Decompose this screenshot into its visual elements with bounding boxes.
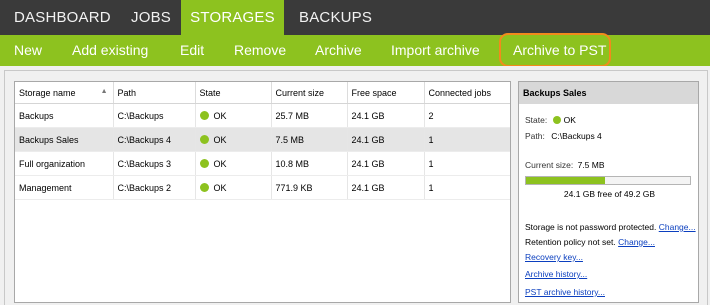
free-space-cell: 24.1 GB <box>347 175 425 200</box>
column-header-label: Storage name <box>19 87 76 98</box>
table-row[interactable]: Management C:\Backups 2 OK 771.9 KB 24.1… <box>15 175 510 200</box>
state-label: State: <box>525 115 548 125</box>
retention-status-text: Retention policy not set. <box>525 237 616 247</box>
storage-details-panel: Backups Sales State: OK Path: C:\Backups… <box>518 81 699 303</box>
state-cell: OK <box>195 151 272 176</box>
tab-storages[interactable]: STORAGES <box>181 0 284 35</box>
connected-jobs-cell: 1 <box>424 127 510 152</box>
table-row-selected[interactable]: Backups Sales C:\Backups 4 OK 7.5 MB 24.… <box>15 127 510 152</box>
column-header-storage-name[interactable]: Storage name ▲ <box>15 82 114 104</box>
state-text: OK <box>213 134 227 145</box>
state-cell: OK <box>195 127 272 152</box>
archive-history-link[interactable]: Archive history... <box>525 269 587 279</box>
path-row: Path: C:\Backups 4 <box>525 131 602 141</box>
column-header-state[interactable]: State <box>195 82 272 104</box>
details-title: Backups Sales <box>519 82 698 104</box>
state-value: OK <box>563 115 576 125</box>
import-archive-button[interactable]: Import archive <box>391 35 480 66</box>
new-button[interactable]: New <box>14 35 42 66</box>
storage-usage-fill <box>526 177 605 184</box>
table-row[interactable]: Backups C:\Backups OK 25.7 MB 24.1 GB 2 <box>15 103 510 128</box>
state-text: OK <box>213 110 227 121</box>
state-cell: OK <box>195 175 272 200</box>
retention-row: Retention policy not set. Change... <box>525 237 655 247</box>
storage-name-cell: Management <box>15 175 114 200</box>
state-cell: OK <box>195 103 272 128</box>
remove-button[interactable]: Remove <box>234 35 286 66</box>
status-ok-icon <box>199 110 209 120</box>
current-size-cell: 10.8 MB <box>271 151 348 176</box>
current-size-row: Current size: 7.5 MB <box>525 160 605 170</box>
column-header-current-size[interactable]: Current size <box>271 82 348 104</box>
free-space-cell: 24.1 GB <box>347 103 425 128</box>
status-ok-icon <box>199 134 209 144</box>
storage-name-cell: Backups Sales <box>15 127 114 152</box>
connected-jobs-cell: 1 <box>424 175 510 200</box>
storage-name-cell: Backups <box>15 103 114 128</box>
current-size-label: Current size: <box>525 160 574 170</box>
state-text: OK <box>213 182 227 193</box>
status-ok-icon <box>199 182 209 192</box>
path-value: C:\Backups 4 <box>551 131 602 141</box>
tab-jobs[interactable]: JOBS <box>131 0 171 35</box>
path-cell: C:\Backups 4 <box>113 127 196 152</box>
connected-jobs-cell: 1 <box>424 151 510 176</box>
sort-ascending-icon: ▲ <box>100 88 108 95</box>
table-row[interactable]: Full organization C:\Backups 3 OK 10.8 M… <box>15 151 510 176</box>
storage-table[interactable]: Storage name ▲ Path State Current size F… <box>14 81 511 303</box>
column-header-connected-jobs[interactable]: Connected jobs <box>424 82 510 104</box>
free-space-cell: 24.1 GB <box>347 151 425 176</box>
change-password-link[interactable]: Change... <box>659 222 696 232</box>
edit-button[interactable]: Edit <box>180 35 204 66</box>
path-label: Path: <box>525 131 545 141</box>
state-row: State: OK <box>525 115 576 125</box>
free-space-cell: 24.1 GB <box>347 127 425 152</box>
recovery-key-link[interactable]: Recovery key... <box>525 252 583 262</box>
path-cell: C:\Backups 2 <box>113 175 196 200</box>
path-cell: C:\Backups <box>113 103 196 128</box>
password-status-text: Storage is not password protected. <box>525 222 657 232</box>
storage-name-cell: Full organization <box>15 151 114 176</box>
status-ok-icon <box>199 158 209 168</box>
archive-button[interactable]: Archive <box>315 35 362 66</box>
column-header-free-space[interactable]: Free space <box>347 82 425 104</box>
current-size-cell: 7.5 MB <box>271 127 348 152</box>
current-size-cell: 25.7 MB <box>271 103 348 128</box>
table-header-row: Storage name ▲ Path State Current size F… <box>15 82 510 104</box>
state-text: OK <box>213 158 227 169</box>
storage-toolbar: New Add existing Edit Remove Archive Imp… <box>0 35 710 66</box>
column-header-path[interactable]: Path <box>113 82 196 104</box>
main-navigation: DASHBOARD JOBS STORAGES BACKUPS <box>0 0 710 35</box>
change-retention-link[interactable]: Change... <box>618 237 655 247</box>
current-size-value: 7.5 MB <box>577 160 605 170</box>
path-cell: C:\Backups 3 <box>113 151 196 176</box>
add-existing-button[interactable]: Add existing <box>72 35 148 66</box>
current-size-cell: 771.9 KB <box>271 175 348 200</box>
tab-dashboard[interactable]: DASHBOARD <box>14 0 111 35</box>
free-space-text: 24.1 GB free of 49.2 GB <box>563 189 656 199</box>
storage-usage-bar <box>525 176 691 185</box>
status-ok-icon <box>552 116 561 124</box>
password-row: Storage is not password protected. Chang… <box>525 222 696 232</box>
pst-archive-history-link[interactable]: PST archive history... <box>525 287 605 297</box>
connected-jobs-cell: 2 <box>424 103 510 128</box>
tab-backups[interactable]: BACKUPS <box>299 0 372 35</box>
archive-to-pst-button[interactable]: Archive to PST <box>513 35 606 66</box>
